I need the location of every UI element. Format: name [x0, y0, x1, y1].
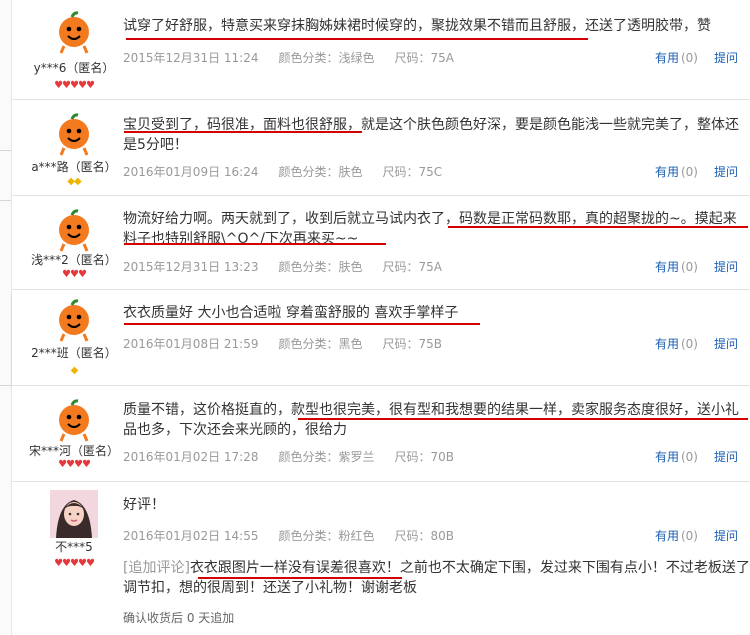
review-meta: 2016年01月02日 17:28 颜色分类：紫罗兰 尺码：70B: [123, 448, 474, 465]
useful-count: (0): [680, 260, 698, 274]
review-item: 2***班（匿名） ◆ 衣衣质量好 大小也合适啦 穿着蛮舒服的 喜欢手掌样子 2…: [12, 290, 750, 386]
review-text: 试穿了好舒服，特意买来穿抹胸姊妹裙时候穿的，聚拢效果不错而且舒服，还送了透明胶带…: [123, 18, 711, 34]
heart-badge-icon: ♥♥♥: [62, 269, 87, 280]
review-date: 2016年01月08日 21:59: [123, 337, 259, 351]
useful-button[interactable]: 有用: [655, 529, 679, 543]
useful-button[interactable]: 有用: [655, 165, 679, 179]
review-text: 衣衣质量好 大小也合适啦 穿着蛮舒服的 喜欢手掌样子: [123, 305, 459, 321]
review-size: 尺码：75A: [394, 51, 454, 65]
user-level-badges: ♥♥♥♥♥: [12, 81, 136, 91]
append-tag: [追加评论]: [123, 560, 190, 576]
ask-button[interactable]: 提问: [714, 529, 738, 543]
heart-badge-icon: ♥♥♥♥♥: [54, 558, 95, 569]
avatar[interactable]: [50, 110, 98, 158]
user-name: a***路（匿名）: [31, 160, 117, 174]
review-color: 颜色分类：肤色: [278, 165, 363, 179]
underline-mark: [298, 418, 748, 420]
underline-mark: [124, 243, 386, 245]
ask-button[interactable]: 提问: [714, 450, 738, 464]
underline-mark: [126, 38, 588, 40]
review-actions: 有用 (0) 提问: [655, 335, 738, 352]
review-actions: 有用 (0) 提问: [655, 49, 738, 66]
user-name: 浅***2（匿名）: [31, 253, 117, 267]
avatar[interactable]: [50, 8, 98, 56]
review-actions: 有用 (0) 提问: [655, 258, 738, 275]
avatar[interactable]: [50, 396, 98, 444]
diamond-badge-icon: ◆: [70, 365, 79, 376]
heart-badge-icon: ♥♥♥♥: [58, 459, 91, 470]
useful-count: (0): [680, 51, 698, 65]
ask-button[interactable]: 提问: [714, 260, 738, 274]
review-actions: 有用 (0) 提问: [655, 163, 738, 180]
user-level-badges: ♥♥♥♥: [12, 460, 136, 470]
useful-count: (0): [680, 165, 698, 179]
review-actions: 有用 (0) 提问: [655, 448, 738, 465]
underline-mark: [124, 131, 362, 133]
review-size: 尺码：75B: [382, 337, 443, 351]
user-level-badges: ◆◆: [12, 177, 136, 187]
review-meta: 2016年01月02日 14:55 颜色分类：粉红色 尺码：80B: [123, 527, 474, 544]
review-text: 好评！: [123, 497, 165, 513]
avatar[interactable]: [50, 206, 98, 254]
left-scroll-rail: [0, 0, 12, 635]
review-date: 2015年12月31日 13:23: [123, 260, 259, 274]
useful-button[interactable]: 有用: [655, 450, 679, 464]
review-date: 2016年01月02日 17:28: [123, 450, 259, 464]
review-text: 宝贝受到了，码很准，面料也很舒服，就是这个肤色颜色好深，要是颜色能浅一些就完美了…: [123, 117, 739, 153]
review-size: 尺码：80B: [394, 529, 455, 543]
user-level-badges: ♥♥♥: [12, 270, 136, 280]
ask-button[interactable]: 提问: [714, 51, 738, 65]
review-date: 2016年01月09日 16:24: [123, 165, 259, 179]
review-meta: 2016年01月09日 16:24 颜色分类：肤色 尺码：75C: [123, 163, 462, 180]
heart-badge-icon: ♥♥♥♥♥: [54, 80, 95, 91]
useful-button[interactable]: 有用: [655, 337, 679, 351]
underline-mark: [448, 226, 748, 228]
user-level-badges: ♥♥♥♥♥: [12, 559, 136, 569]
avatar[interactable]: [50, 490, 98, 538]
append-confirm-note: 确认收货后 0 天追加: [123, 611, 235, 625]
diamond-badge-icon: ◆◆: [67, 176, 81, 187]
user-name: 宋***河（匿名）: [28, 444, 119, 458]
useful-count: (0): [680, 337, 698, 351]
useful-count: (0): [680, 450, 698, 464]
review-color: 颜色分类：黑色: [278, 337, 363, 351]
review-date: 2015年12月31日 11:24: [123, 51, 259, 65]
review-meta: 2016年01月08日 21:59 颜色分类：黑色 尺码：75B: [123, 335, 462, 352]
user-level-badges: ◆: [12, 366, 136, 376]
useful-button[interactable]: 有用: [655, 260, 679, 274]
ask-button[interactable]: 提问: [714, 165, 738, 179]
review-item: 不***5 ♥♥♥♥♥ 好评！ 2016年01月02日 14:55 颜色分类：粉红…: [12, 482, 750, 635]
user-name: 2***班（匿名）: [31, 346, 117, 360]
review-text: 质量不错，这价格挺直的，款型也很完美，很有型和我想要的结果一样，卖家服务态度很好…: [123, 402, 739, 438]
review-item: a***路（匿名） ◆◆ 宝贝受到了，码很准，面料也很舒服，就是这个肤色颜色好深…: [12, 100, 750, 196]
user-name: 不***5: [55, 540, 93, 554]
review-size: 尺码：75C: [382, 165, 443, 179]
review-meta: 2015年12月31日 13:23 颜色分类：肤色 尺码：75A: [123, 258, 462, 275]
review-color: 颜色分类：粉红色: [278, 529, 375, 543]
review-actions: 有用 (0) 提问: [655, 527, 738, 544]
review-item: 宋***河（匿名） ♥♥♥♥ 质量不错，这价格挺直的，款型也很完美，很有型和我想…: [12, 386, 750, 482]
review-size: 尺码：70B: [394, 450, 455, 464]
review-item: y***6（匿名） ♥♥♥♥♥ 试穿了好舒服，特意买来穿抹胸姊妹裙时候穿的，聚拢…: [12, 0, 750, 100]
underline-mark: [124, 323, 480, 325]
review-color: 颜色分类：紫罗兰: [278, 450, 375, 464]
review-color: 颜色分类：浅绿色: [278, 51, 375, 65]
useful-button[interactable]: 有用: [655, 51, 679, 65]
underline-mark: [198, 577, 402, 579]
review-meta: 2015年12月31日 11:24 颜色分类：浅绿色 尺码：75A: [123, 49, 474, 66]
review-size: 尺码：75A: [382, 260, 442, 274]
review-item: 浅***2（匿名） ♥♥♥ 物流好给力啊。两天就到了，收到后就立马试内衣了，码数…: [12, 196, 750, 290]
review-color: 颜色分类：肤色: [278, 260, 363, 274]
avatar[interactable]: [50, 296, 98, 344]
useful-count: (0): [680, 529, 698, 543]
user-name: y***6（匿名）: [33, 61, 115, 75]
review-date: 2016年01月02日 14:55: [123, 529, 259, 543]
ask-button[interactable]: 提问: [714, 337, 738, 351]
